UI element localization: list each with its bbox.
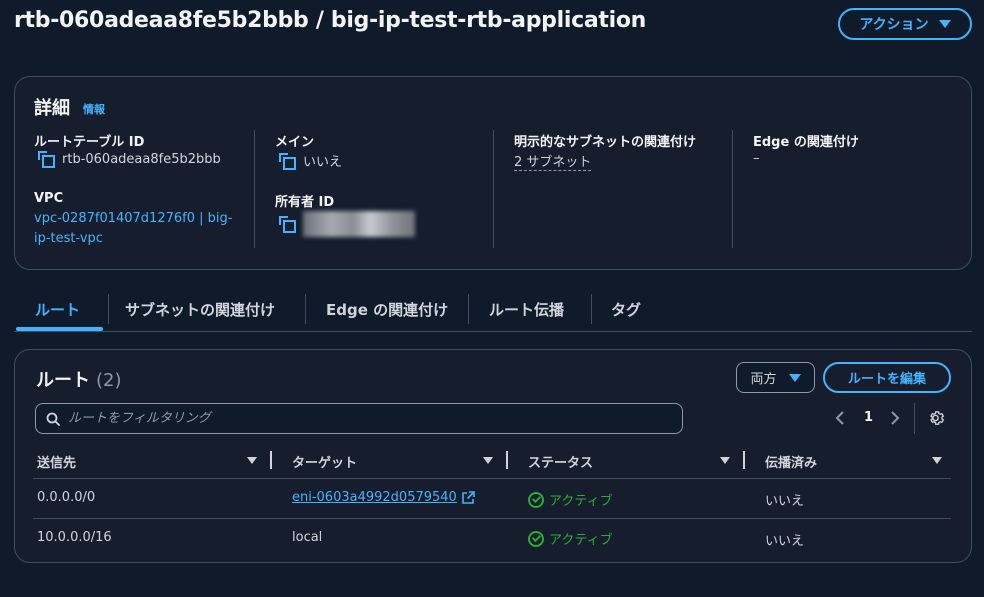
column-divider xyxy=(732,130,733,248)
owner-id-label: 所有者 ID xyxy=(275,195,335,210)
column-resizer[interactable] xyxy=(270,451,272,469)
tab-bar: ルート サブネットの関連付け Edge の関連付け ルート伝播 タグ xyxy=(14,294,972,332)
explicit-subnet-label: 明示的なサブネットの関連付け xyxy=(514,135,697,150)
check-circle-icon xyxy=(528,530,544,547)
copy-icon[interactable] xyxy=(279,152,296,170)
column-divider xyxy=(254,130,255,248)
column-resizer[interactable] xyxy=(506,451,508,469)
column-header-destination[interactable]: 送信先 xyxy=(37,452,76,471)
tab-tags[interactable]: タグ xyxy=(611,294,641,324)
vpc-link-line2[interactable]: ip-test-vpc xyxy=(34,231,103,246)
status-text: アクティブ xyxy=(549,533,613,548)
actions-button[interactable]: アクション xyxy=(838,8,972,40)
vpc-link-line1[interactable]: vpc-0287f01407d1276f0 | big- xyxy=(34,211,232,226)
chevron-left-icon[interactable] xyxy=(834,410,846,426)
chevron-right-icon[interactable] xyxy=(889,410,901,426)
route-table-id-label: ルートテーブル ID xyxy=(34,135,145,150)
route-propagated: いいえ xyxy=(765,534,805,549)
tab-routes[interactable]: ルート xyxy=(35,294,80,324)
main-label: メイン xyxy=(275,135,315,150)
tab-separator xyxy=(468,294,469,324)
copy-icon[interactable] xyxy=(279,216,296,233)
header-divider xyxy=(33,478,951,479)
direction-filter-value: 両方 xyxy=(750,372,777,387)
edit-routes-label: ルートを編集 xyxy=(847,372,926,387)
status-active: アクティブ xyxy=(528,490,613,509)
target-link[interactable]: eni-0603a4992d0579540 xyxy=(292,490,457,505)
caret-down-icon xyxy=(938,20,951,28)
caret-down-icon xyxy=(788,373,801,382)
explicit-subnet-value[interactable]: 2 サブネット xyxy=(514,151,592,171)
sort-caret-icon[interactable] xyxy=(483,457,493,464)
gear-icon[interactable] xyxy=(928,409,946,427)
route-target: local xyxy=(292,530,323,545)
column-resizer[interactable] xyxy=(743,451,745,469)
route-table-id-value: rtb-060adeaa8fe5b2bbb xyxy=(62,151,221,167)
column-header-propagated[interactable]: 伝播済み xyxy=(765,452,817,471)
route-destination: 0.0.0.0/0 xyxy=(37,490,96,505)
main-value: いいえ xyxy=(303,155,343,170)
route-filter-search[interactable] xyxy=(35,403,683,434)
details-title: 詳細 xyxy=(34,98,70,119)
edit-routes-button[interactable]: ルートを編集 xyxy=(823,362,951,393)
routes-title: ルート xyxy=(36,370,90,391)
copy-icon[interactable] xyxy=(38,151,55,168)
row-divider xyxy=(33,518,951,519)
info-link[interactable]: 情報 xyxy=(83,101,105,117)
tab-separator xyxy=(305,294,306,324)
status-text: アクティブ xyxy=(549,494,613,509)
route-propagated: いいえ xyxy=(765,494,805,509)
search-input[interactable] xyxy=(66,410,630,427)
pagination-divider xyxy=(914,403,915,434)
sort-caret-icon[interactable] xyxy=(720,457,730,464)
vpc-label: VPC xyxy=(34,191,64,206)
tab-subnet-associations[interactable]: サブネットの関連付け xyxy=(125,294,275,324)
actions-label: アクション xyxy=(859,17,929,33)
tab-separator xyxy=(108,294,109,324)
tab-edge-associations[interactable]: Edge の関連付け xyxy=(326,294,448,324)
tab-separator xyxy=(591,294,592,324)
check-circle-icon xyxy=(528,491,544,508)
routes-count: (2) xyxy=(96,370,122,391)
column-header-status[interactable]: ステータス xyxy=(528,452,593,471)
column-divider xyxy=(493,130,494,248)
page-title: rtb-060adeaa8fe5b2bbb / big-ip-test-rtb-… xyxy=(14,8,646,33)
external-link-icon[interactable] xyxy=(461,490,475,505)
status-active: アクティブ xyxy=(528,529,613,548)
edge-association-value: – xyxy=(753,151,760,166)
page-number[interactable]: 1 xyxy=(864,410,873,425)
search-icon xyxy=(46,412,60,426)
route-destination: 10.0.0.0/16 xyxy=(37,530,112,545)
redacted-owner-id xyxy=(303,211,415,237)
tab-route-propagation[interactable]: ルート伝播 xyxy=(489,294,564,324)
edge-association-label: Edge の関連付け xyxy=(753,135,859,150)
sort-caret-icon[interactable] xyxy=(247,457,257,464)
tab-bar-underline xyxy=(14,331,972,332)
column-header-target[interactable]: ターゲット xyxy=(292,452,357,471)
sort-caret-icon[interactable] xyxy=(932,457,942,464)
direction-filter-select[interactable]: 両方 xyxy=(736,362,815,393)
